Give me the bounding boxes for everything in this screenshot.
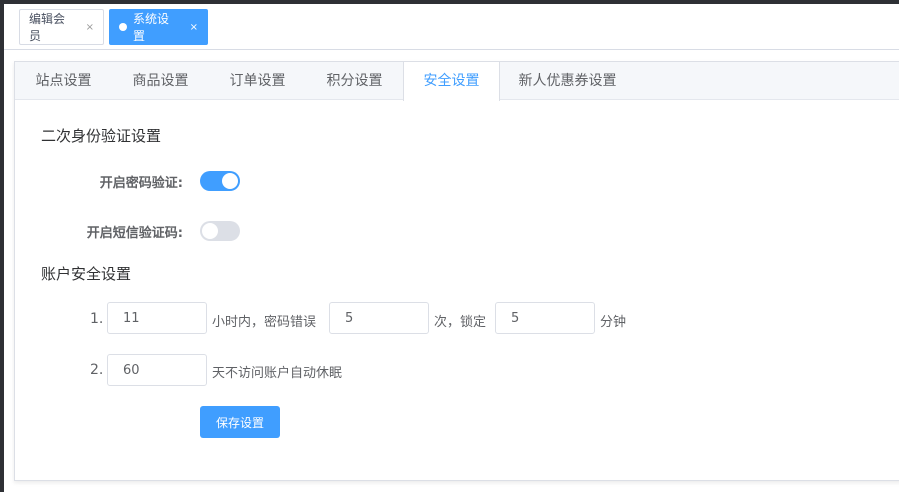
tab-coupon-settings[interactable]: 新人优惠券设置 — [500, 62, 635, 100]
sleep-days-input[interactable] — [107, 354, 207, 386]
tab-points-settings[interactable]: 积分设置 — [306, 62, 403, 100]
password-verify-label: 开启密码验证: — [99, 176, 183, 191]
rule2-text: 天不访问账户自动休眠 — [212, 366, 343, 381]
rule-index: 2. — [90, 362, 104, 378]
tab-product-settings[interactable]: 商品设置 — [112, 62, 209, 100]
lock-hours-input[interactable] — [107, 302, 207, 334]
settings-card: 站点设置 商品设置 订单设置 积分设置 安全设置 新人优惠券设置 二次身份验证设… — [14, 61, 899, 481]
page-tab-system-settings[interactable]: 系统设置 × — [109, 9, 208, 45]
sms-verify-label: 开启短信验证码: — [86, 226, 183, 241]
save-settings-button[interactable]: 保存设置 — [200, 406, 280, 438]
close-icon[interactable]: × — [190, 22, 198, 33]
sms-verify-switch[interactable] — [200, 221, 240, 241]
left-frame-bar — [0, 0, 4, 492]
settings-tabs: 站点设置 商品设置 订单设置 积分设置 安全设置 新人优惠券设置 — [15, 62, 899, 101]
close-icon[interactable]: × — [86, 22, 94, 33]
page-tabs-bar: 编辑会员 × 系统设置 × — [4, 4, 899, 50]
tab-site-settings[interactable]: 站点设置 — [15, 62, 112, 100]
active-dot-icon — [119, 23, 127, 31]
rule1-text1: 小时内，密码错误 — [212, 315, 317, 330]
account-security-title: 账户安全设置 — [41, 265, 132, 283]
tab-security-settings[interactable]: 安全设置 — [403, 62, 500, 101]
rule1-text2: 次，锁定 — [434, 315, 487, 330]
page-tab-label: 系统设置 — [132, 12, 169, 43]
page-tab-edit-member[interactable]: 编辑会员 × — [19, 9, 104, 45]
lock-minutes-input[interactable] — [495, 302, 595, 334]
password-verify-switch[interactable] — [200, 171, 240, 191]
second-auth-title: 二次身份验证设置 — [41, 127, 162, 145]
switch-knob — [202, 223, 218, 239]
rule-index: 1. — [90, 311, 104, 327]
tab-order-settings[interactable]: 订单设置 — [209, 62, 306, 100]
rule1-text3: 分钟 — [600, 315, 627, 330]
switch-knob — [222, 173, 238, 189]
error-times-input[interactable] — [329, 302, 429, 334]
page-tab-label: 编辑会员 — [29, 12, 66, 43]
